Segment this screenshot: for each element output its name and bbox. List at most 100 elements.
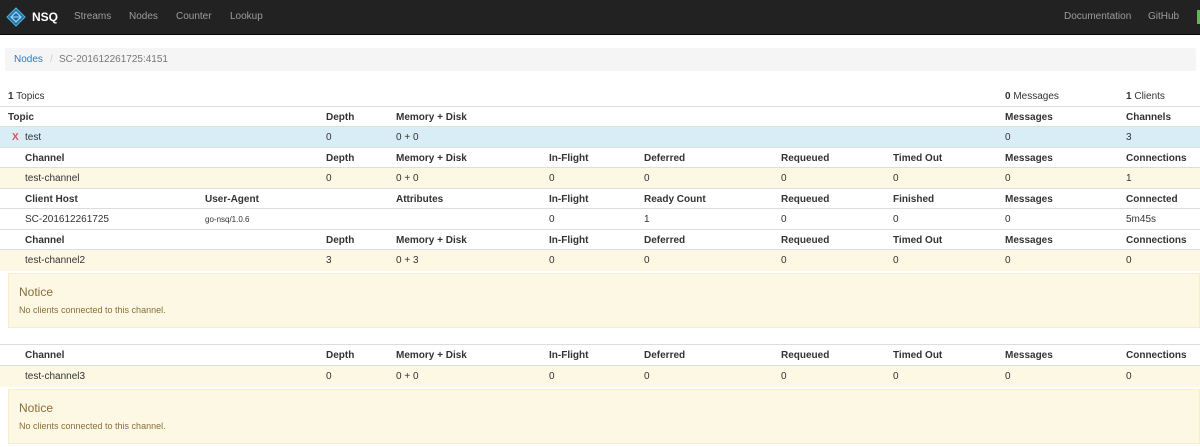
channel-name[interactable]: test-channel3 <box>25 371 85 382</box>
breadcrumb-current: SC-201612261725:4151 <box>59 54 168 65</box>
channel-connections: 0 <box>1126 255 1132 266</box>
col-timed-out: Timed Out <box>893 235 943 246</box>
col-ready-count: Ready Count <box>644 194 706 205</box>
channel-requeued: 0 <box>781 255 787 266</box>
topics-label: Topics <box>13 91 45 102</box>
messages-summary: 0 Messages <box>1005 91 1059 102</box>
client-requeued: 0 <box>781 214 787 225</box>
client-in-flight: 0 <box>549 214 555 225</box>
nav-lookup[interactable]: Lookup <box>230 11 263 22</box>
channel-messages: 0 <box>1005 371 1011 382</box>
channel-timed-out: 0 <box>893 371 899 382</box>
nav-counter[interactable]: Counter <box>176 11 212 22</box>
col-connections: Connections <box>1126 350 1187 361</box>
clients-label: Clients <box>1131 91 1165 102</box>
topic-depth: 0 <box>326 132 332 143</box>
navbar: NSQ Streams Nodes Counter Lookup Documen… <box>0 0 1200 35</box>
col-deferred: Deferred <box>644 153 686 164</box>
channel-requeued: 0 <box>781 173 787 184</box>
topic-channels: 3 <box>1126 132 1132 143</box>
channel-header-row: Channel Depth Memory + Disk In-Flight De… <box>0 344 1200 366</box>
nav-streams[interactable]: Streams <box>74 11 111 22</box>
channel-name[interactable]: test-channel <box>25 173 79 184</box>
channel-connections: 0 <box>1126 371 1132 382</box>
brand[interactable]: NSQ <box>6 7 58 27</box>
client-user-agent: go-nsq/1.0.6 <box>205 215 250 224</box>
brand-name: NSQ <box>32 10 59 24</box>
breadcrumb-separator: / <box>50 54 53 65</box>
col-deferred: Deferred <box>644 235 686 246</box>
col-attributes: Attributes <box>396 194 444 205</box>
nav-documentation[interactable]: Documentation <box>1064 11 1131 22</box>
channel-messages: 0 <box>1005 173 1011 184</box>
notice-title: Notice <box>19 285 54 299</box>
topic-row: X test 0 0 + 0 0 3 <box>0 126 1200 148</box>
channel-row: test-channel3 0 0 + 0 0 0 0 0 0 0 <box>0 365 1200 387</box>
col-channels: Channels <box>1126 112 1172 123</box>
col-messages: Messages <box>1005 153 1053 164</box>
breadcrumb-nodes-link[interactable]: Nodes <box>14 54 43 65</box>
summary-row: 1 Topics 0 Messages 1 Clients <box>0 86 1200 107</box>
col-memory-disk: Memory + Disk <box>396 350 467 361</box>
nav-github[interactable]: GitHub <box>1148 11 1179 22</box>
col-in-flight: In-Flight <box>549 235 589 246</box>
nav-nodes[interactable]: Nodes <box>129 11 158 22</box>
client-ready-count: 1 <box>644 214 650 225</box>
col-timed-out: Timed Out <box>893 153 943 164</box>
col-topic: Topic <box>8 112 34 123</box>
channel-depth: 0 <box>326 371 332 382</box>
col-messages: Messages <box>1005 235 1053 246</box>
channel-header-row: Channel Depth Memory + Disk In-Flight De… <box>0 229 1200 251</box>
col-user-agent: User-Agent <box>205 194 259 205</box>
channel-row: test-channel 0 0 + 0 0 0 0 0 0 1 <box>0 167 1200 189</box>
col-requeued: Requeued <box>781 350 830 361</box>
channel-row: test-channel2 3 0 + 3 0 0 0 0 0 0 <box>0 249 1200 271</box>
client-messages: 0 <box>1005 214 1011 225</box>
client-host: SC-201612261725 <box>25 214 109 225</box>
channel-in-flight: 0 <box>549 173 555 184</box>
col-in-flight: In-Flight <box>549 350 589 361</box>
channel-in-flight: 0 <box>549 255 555 266</box>
col-memory-disk: Memory + Disk <box>396 112 467 123</box>
channel-timed-out: 0 <box>893 173 899 184</box>
client-connected: 5m45s <box>1126 214 1157 225</box>
client-finished: 0 <box>893 214 899 225</box>
client-row: SC-201612261725 go-nsq/1.0.6 0 1 0 0 0 5… <box>0 208 1200 230</box>
channel-messages: 0 <box>1005 255 1011 266</box>
col-channel: Channel <box>25 350 65 361</box>
messages-label: Messages <box>1010 91 1059 102</box>
channel-requeued: 0 <box>781 371 787 382</box>
col-depth: Depth <box>326 153 355 164</box>
channel-deferred: 0 <box>644 371 650 382</box>
topic-messages: 0 <box>1005 132 1011 143</box>
col-depth: Depth <box>326 235 355 246</box>
channel-deferred: 0 <box>644 255 650 266</box>
col-channel: Channel <box>25 153 65 164</box>
notice-title: Notice <box>19 401 54 415</box>
delete-topic-icon[interactable]: X <box>12 132 19 143</box>
col-deferred: Deferred <box>644 350 686 361</box>
channel-memory-disk: 0 + 0 <box>396 173 419 184</box>
channel-depth: 0 <box>326 173 332 184</box>
channel-deferred: 0 <box>644 173 650 184</box>
topic-header-row: Topic Depth Memory + Disk Messages Chann… <box>0 106 1200 128</box>
col-messages: Messages <box>1005 350 1053 361</box>
col-depth: Depth <box>326 112 355 123</box>
col-timed-out: Timed Out <box>893 350 943 361</box>
channel-header-row: Channel Depth Memory + Disk In-Flight De… <box>0 147 1200 169</box>
col-requeued: Requeued <box>781 153 830 164</box>
client-header-row: Client Host User-Agent Attributes In-Fli… <box>0 188 1200 210</box>
col-depth: Depth <box>326 350 355 361</box>
nsq-logo-icon <box>6 7 26 27</box>
col-client-host: Client Host <box>25 194 78 205</box>
col-finished: Finished <box>893 194 935 205</box>
col-requeued: Requeued <box>781 235 830 246</box>
channel-name[interactable]: test-channel2 <box>25 255 85 266</box>
col-memory-disk: Memory + Disk <box>396 153 467 164</box>
col-messages: Messages <box>1005 194 1053 205</box>
col-in-flight: In-Flight <box>549 194 589 205</box>
channel-memory-disk: 0 + 3 <box>396 255 419 266</box>
breadcrumb: Nodes / SC-201612261725:4151 <box>5 48 1196 71</box>
topic-name[interactable]: test <box>25 132 41 143</box>
col-channel: Channel <box>25 235 65 246</box>
